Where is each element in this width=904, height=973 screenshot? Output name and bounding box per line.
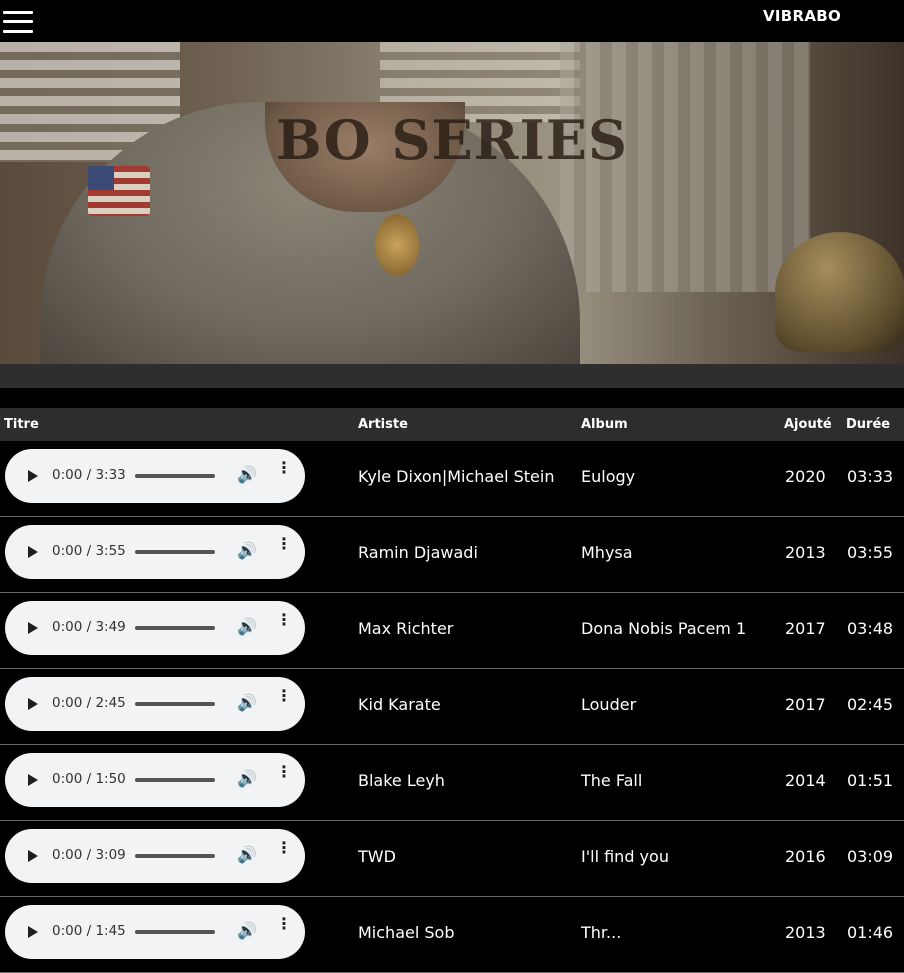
- play-icon[interactable]: [28, 926, 38, 938]
- hero-banner: BO SERIES: [0, 42, 904, 364]
- audio-player[interactable]: 0:00 / 3:09 🔊 ⋮: [5, 829, 305, 883]
- added-cell: 2014: [785, 771, 826, 790]
- table-row: 0:00 / 3:09 🔊 ⋮ TWD I'll find you 2016 0…: [0, 821, 904, 897]
- volume-icon[interactable]: 🔊: [237, 465, 257, 484]
- flag-patch: [88, 166, 150, 216]
- more-options-icon[interactable]: ⋮: [276, 840, 292, 856]
- seek-slider[interactable]: [135, 854, 215, 858]
- column-header-album: Album: [581, 417, 628, 432]
- duration-cell: 03:48: [847, 619, 894, 638]
- artist-cell: Blake Leyh: [358, 771, 445, 790]
- volume-icon[interactable]: 🔊: [237, 617, 257, 636]
- desk-lamp: [775, 232, 904, 352]
- sheriff-badge: [375, 214, 419, 276]
- added-cell: 2017: [785, 619, 826, 638]
- artist-cell: Max Richter: [358, 619, 454, 638]
- play-icon[interactable]: [28, 850, 38, 862]
- column-header-duration: Durée: [846, 417, 891, 432]
- duration-cell: 03:09: [847, 847, 894, 866]
- player-time: 0:00 / 1:50: [52, 771, 126, 787]
- table-row: 0:00 / 3:55 🔊 ⋮ Ramin Djawadi Mhysa 2013…: [0, 517, 904, 593]
- album-cell: Mhysa: [581, 543, 633, 562]
- seek-slider[interactable]: [135, 626, 215, 630]
- table-row: 0:00 / 3:33 🔊 ⋮ Kyle Dixon|Michael Stein…: [0, 441, 904, 517]
- more-options-icon[interactable]: ⋮: [276, 612, 292, 628]
- more-options-icon[interactable]: ⋮: [276, 536, 292, 552]
- table-row: 0:00 / 2:45 🔊 ⋮ Kid Karate Louder 2017 0…: [0, 669, 904, 745]
- column-header-artist: Artiste: [358, 417, 408, 432]
- table-row: 0:00 / 1:45 🔊 ⋮ Michael Sob Thr... 2013 …: [0, 897, 904, 973]
- player-time: 0:00 / 3:09: [52, 847, 126, 863]
- audio-player[interactable]: 0:00 / 2:45 🔊 ⋮: [5, 677, 305, 731]
- volume-icon[interactable]: 🔊: [237, 541, 257, 560]
- artist-cell: Ramin Djawadi: [358, 543, 478, 562]
- duration-cell: 03:33: [847, 467, 894, 486]
- track-list: 0:00 / 3:33 🔊 ⋮ Kyle Dixon|Michael Stein…: [0, 441, 904, 973]
- hero-title: BO SERIES: [276, 108, 628, 172]
- added-cell: 2020: [785, 467, 826, 486]
- volume-icon[interactable]: 🔊: [237, 921, 257, 940]
- play-icon[interactable]: [28, 470, 38, 482]
- seek-slider[interactable]: [135, 550, 215, 554]
- play-icon[interactable]: [28, 774, 38, 786]
- album-cell: Dona Nobis Pacem 1: [581, 619, 747, 638]
- volume-icon[interactable]: 🔊: [237, 693, 257, 712]
- hamburger-line: [3, 20, 33, 23]
- brand-logo[interactable]: VIBRABO: [763, 7, 841, 25]
- audio-player[interactable]: 0:00 / 1:45 🔊 ⋮: [5, 905, 305, 959]
- artist-cell: Kyle Dixon|Michael Stein: [358, 467, 555, 486]
- hero-bottom-bar: [0, 364, 904, 388]
- player-time: 0:00 / 3:55: [52, 543, 126, 559]
- artist-cell: TWD: [358, 847, 396, 866]
- column-header-added: Ajouté: [784, 417, 832, 432]
- player-time: 0:00 / 2:45: [52, 695, 126, 711]
- play-icon[interactable]: [28, 698, 38, 710]
- table-header-row: Titre Artiste Album Ajouté Durée: [0, 408, 904, 441]
- album-cell: I'll find you: [581, 847, 669, 866]
- added-cell: 2017: [785, 695, 826, 714]
- audio-player[interactable]: 0:00 / 3:49 🔊 ⋮: [5, 601, 305, 655]
- table-row: 0:00 / 3:49 🔊 ⋮ Max Richter Dona Nobis P…: [0, 593, 904, 669]
- volume-icon[interactable]: 🔊: [237, 845, 257, 864]
- duration-cell: 03:55: [847, 543, 894, 562]
- player-time: 0:00 / 3:49: [52, 619, 126, 635]
- duration-cell: 01:51: [847, 771, 894, 790]
- album-cell: Eulogy: [581, 467, 636, 486]
- player-time: 0:00 / 1:45: [52, 923, 126, 939]
- added-cell: 2013: [785, 543, 826, 562]
- seek-slider[interactable]: [135, 474, 215, 478]
- hamburger-menu-icon[interactable]: [3, 10, 33, 34]
- seek-slider[interactable]: [135, 930, 215, 934]
- play-icon[interactable]: [28, 622, 38, 634]
- duration-cell: 02:45: [847, 695, 894, 714]
- album-cell: Louder: [581, 695, 637, 714]
- audio-player[interactable]: 0:00 / 1:50 🔊 ⋮: [5, 753, 305, 807]
- artist-cell: Kid Karate: [358, 695, 441, 714]
- top-navigation-bar: VIBRABO: [0, 0, 904, 42]
- more-options-icon[interactable]: ⋮: [276, 688, 292, 704]
- more-options-icon[interactable]: ⋮: [276, 460, 292, 476]
- hamburger-line: [3, 30, 33, 33]
- hamburger-line: [3, 11, 33, 14]
- seek-slider[interactable]: [135, 702, 215, 706]
- more-options-icon[interactable]: ⋮: [276, 916, 292, 932]
- play-icon[interactable]: [28, 546, 38, 558]
- audio-player[interactable]: 0:00 / 3:55 🔊 ⋮: [5, 525, 305, 579]
- player-time: 0:00 / 3:33: [52, 467, 126, 483]
- album-cell: The Fall: [581, 771, 643, 790]
- added-cell: 2016: [785, 847, 826, 866]
- volume-icon[interactable]: 🔊: [237, 769, 257, 788]
- seek-slider[interactable]: [135, 778, 215, 782]
- table-row: 0:00 / 1:50 🔊 ⋮ Blake Leyh The Fall 2014…: [0, 745, 904, 821]
- column-header-title: Titre: [4, 417, 39, 432]
- audio-player[interactable]: 0:00 / 3:33 🔊 ⋮: [5, 449, 305, 503]
- more-options-icon[interactable]: ⋮: [276, 764, 292, 780]
